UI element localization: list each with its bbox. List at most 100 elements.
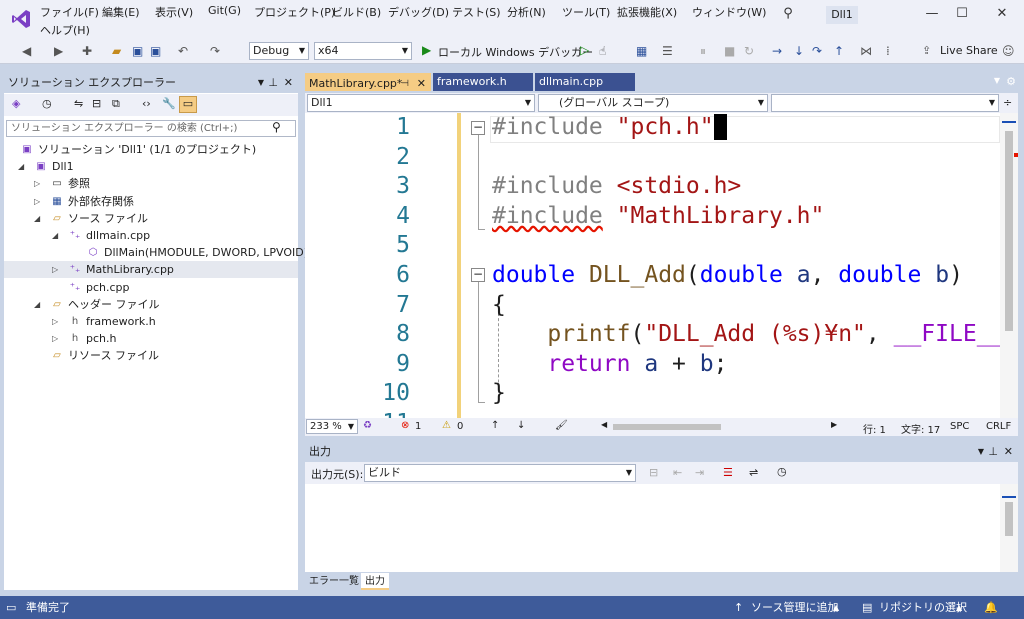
tab-output[interactable]: 出力 [361,573,389,590]
pin-icon[interactable]: ⊥ [988,443,998,461]
expanded-arrow-icon[interactable]: ◢ [18,158,24,175]
menu-item-0[interactable]: ファイル(F) [40,4,99,20]
breakpoint-tools-icon[interactable]: ⋈ [860,44,872,58]
collapsed-arrow-icon[interactable]: ▷ [34,175,40,192]
menu-item-8[interactable]: 分析(N) [507,4,546,20]
scope-dropdown[interactable]: (グローバル スコープ) ▼ [538,94,768,112]
whitespace-indicator[interactable]: SPC [950,421,969,432]
save-all-icon[interactable]: ▣ [150,44,161,58]
output-text-area[interactable] [305,484,1000,572]
error-count[interactable]: 1 [415,421,421,432]
arrow-up-icon[interactable]: ↑ [734,596,743,619]
tree-item[interactable]: ▷ h pch.h [4,330,298,347]
panel-menu-icon[interactable]: ▼ [258,73,264,93]
next-message-icon[interactable]: ⇥ [695,466,704,479]
code-view-icon[interactable]: ‹› [142,97,151,110]
show-next-statement-icon[interactable]: → [772,44,782,58]
pending-changes-icon[interactable]: ◷ [42,97,52,110]
platform-select[interactable]: x64 ▼ [314,42,412,60]
tab-dllmain-cpp[interactable]: dllmain.cpp [535,73,635,91]
menu-item-2[interactable]: 表示(V) [155,4,193,20]
expanded-arrow-icon[interactable]: ◢ [34,210,40,227]
collapsed-arrow-icon[interactable]: ▷ [52,261,58,278]
vs-switch-view-icon[interactable]: ◈ [12,97,20,110]
tree-item[interactable]: ⬡ DllMain(HMODULE, DWORD, LPVOID) [4,244,308,261]
split-editor-icon[interactable]: ÷ [1003,96,1012,109]
scroll-thumb[interactable] [1005,502,1013,536]
menu-item-3[interactable]: Git(G) [208,4,241,17]
maximize-button[interactable]: ☐ [948,6,976,24]
code-editor[interactable]: 1 2 34 5 6 7 89 10 11 − − #include "pch.h" #incl… [305,113,1000,418]
tree-item[interactable]: ▷ ▦ 外部依存関係 [4,193,298,210]
project-dropdown[interactable]: Dll1 ▼ [307,94,535,112]
tab-framework-h[interactable]: framework.h [433,73,533,91]
expanded-arrow-icon[interactable]: ◢ [34,296,40,313]
scroll-thumb[interactable] [1005,131,1013,331]
restart-icon[interactable]: ↻ [744,44,754,58]
share-icon[interactable]: ⇪ [922,44,931,57]
layout-icon[interactable]: ☰ [662,44,673,58]
start-debug-label[interactable]: ローカル Windows デバッガー [438,44,593,60]
warning-icon[interactable]: ⚠ [442,420,451,431]
editor-vertical-scrollbar[interactable] [1000,113,1018,418]
select-repository-button[interactable]: リポジトリの選択 [879,596,967,619]
tree-item[interactable]: ⁺₊ pch.cpp [4,279,298,296]
repository-icon[interactable]: ▤ [862,596,872,619]
minimize-button[interactable]: — [918,6,946,24]
tree-item[interactable]: ▷ ▭ 参照 [4,175,298,192]
expanded-arrow-icon[interactable]: ◢ [52,227,58,244]
collapse-toggle-icon[interactable]: − [471,121,485,135]
collapsed-arrow-icon[interactable]: ▷ [52,313,58,330]
next-issue-icon[interactable]: ↓ [517,420,525,431]
undo-icon[interactable]: ↶ [178,44,188,58]
copilot-icon[interactable]: ♻ [363,420,372,431]
tree-item[interactable]: ▷ ⁺₊ MathLibrary.cpp [4,261,298,279]
cleanup-brush-icon[interactable]: 🖌 [555,420,568,431]
tree-item[interactable]: ◢ ▣ Dll1 [4,158,298,175]
preview-selected-icon[interactable]: ▭ [179,96,197,113]
show-all-files-icon[interactable]: ⧉ [112,97,120,111]
find-message-icon[interactable]: ⊟ [649,466,658,479]
line-ending-indicator[interactable]: CRLF [986,421,1011,432]
output-source-select[interactable]: ビルド ▼ [364,464,636,482]
tree-item[interactable]: ▷ h framework.h [4,313,298,330]
hot-reload-icon[interactable]: ☝ [599,44,606,58]
menu-item-11[interactable]: ウィンドウ(W) [692,4,766,20]
close-panel-icon[interactable]: ✕ [1004,443,1013,461]
chevron-up-icon[interactable]: ▲ [956,596,962,619]
collapsed-arrow-icon[interactable]: ▷ [52,330,58,347]
step-out-icon[interactable]: ↑ [834,44,844,58]
search-icon[interactable]: ⚲ [774,6,802,24]
tree-item[interactable]: ◢ ▱ ヘッダー ファイル [4,296,298,313]
solution-config-select[interactable]: Debug ▼ [249,42,309,60]
pin-icon[interactable]: ⊥ [268,73,278,93]
scroll-right-icon[interactable]: ▶ [831,420,837,429]
timestamp-icon[interactable]: ◷ [777,465,787,478]
tab-list-icon[interactable]: ▼ [994,76,1000,85]
feedback-icon[interactable]: ☺ [1002,44,1015,58]
solution-explorer-search-input[interactable]: ソリューション エクスプローラー の検索 (Ctrl+;) [6,120,296,137]
tree-item[interactable]: ▱ リソース ファイル [4,347,298,364]
start-debug-icon[interactable]: ▶ [422,43,431,57]
start-without-debug-icon[interactable]: ▷ [580,43,589,57]
tree-item[interactable]: ◢ ⁺₊ dllmain.cpp [4,227,298,244]
properties-icon[interactable]: 🔧 [162,97,176,110]
add-source-control-button[interactable]: ソース管理に追加 [751,596,838,619]
panel-menu-icon[interactable]: ▼ [978,443,984,461]
tree-item[interactable]: ◢ ▱ ソース ファイル [4,210,298,227]
close-tab-icon[interactable]: ✕ [417,75,426,93]
member-dropdown[interactable]: ▼ [771,94,999,112]
more-tools-icon[interactable]: ⁞ [886,44,890,58]
menu-item-10[interactable]: 拡張機能(X) [617,4,677,20]
back-icon[interactable]: ◀ [22,44,31,58]
close-panel-icon[interactable]: ✕ [284,73,293,93]
tab-error-list[interactable]: エラー一覧 [305,573,363,590]
menu-item-1[interactable]: 編集(E) [102,4,140,20]
line-indicator[interactable]: 行: 1 [863,421,886,436]
tree-item[interactable]: ▣ ソリューション 'Dll1' (1/1 のプロジェクト) [4,141,298,158]
search-icon[interactable]: ⚲ [272,120,281,134]
clear-all-icon[interactable]: ☰ [723,466,733,479]
visual-studio-logo-icon[interactable] [10,8,32,30]
column-indicator[interactable]: 文字: 17 [901,421,940,436]
menu-item-5[interactable]: ビルド(B) [332,4,381,20]
